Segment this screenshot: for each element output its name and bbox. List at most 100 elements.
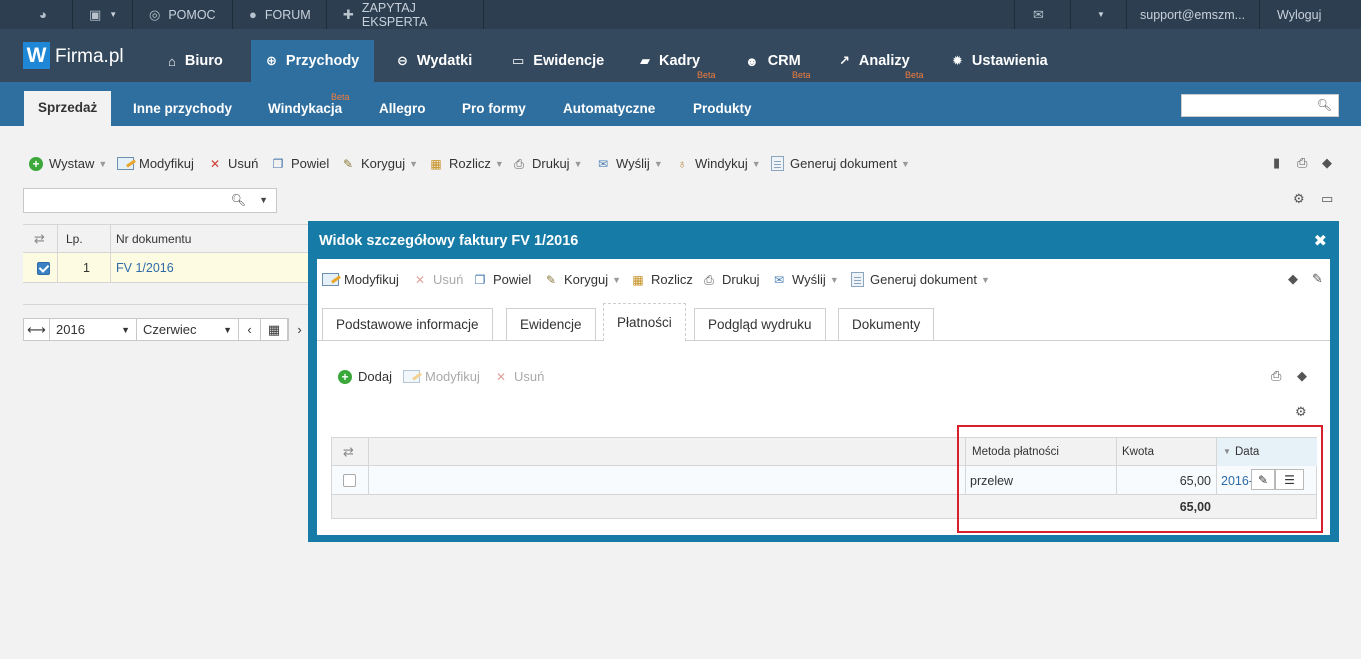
subnav-inne-przychody[interactable]: Inne przychody [133, 101, 232, 116]
forum-link[interactable]: ● FORUM [233, 0, 327, 29]
printer-icon: ⎙ [514, 156, 524, 171]
dialog-send-button[interactable]: ✉ Wyślij ▼ [771, 272, 839, 287]
calendar-button[interactable]: ▦ [261, 319, 288, 340]
caret-down-icon: ▼ [612, 274, 621, 285]
calendar-icon: ▦ [267, 321, 281, 337]
dialog-correct-button[interactable]: ✎ Koryguj ▼ [543, 272, 621, 287]
dialog-generate-document-button[interactable]: Generuj dokument ▼ [851, 272, 990, 287]
row-doc-number[interactable]: FV 1/2016 [116, 261, 174, 275]
correct-button[interactable]: ✎ Koryguj ▼ [340, 156, 418, 171]
documents-grid: ⇄ Lp. Nr dokumentu 1 FV 1/2016 [23, 224, 313, 283]
duplicate-button[interactable]: ❐ Powiel [270, 156, 330, 171]
subnav-sprzedaz[interactable]: Sprzedaż [24, 91, 112, 126]
tab-documents[interactable]: Dokumenty [838, 308, 935, 340]
subnav-produkty[interactable]: Produkty [693, 101, 752, 116]
edit-icon [403, 370, 420, 383]
ask-expert-link[interactable]: ✚ ZAPYTAJ EKSPERTA [327, 0, 484, 29]
search-icon: 🔍︎ [1316, 98, 1332, 112]
column-lp[interactable]: Lp. [66, 232, 83, 246]
user-email[interactable]: support@emszm... [1127, 0, 1260, 29]
nav-biuro[interactable]: ⌂ Biuro [168, 40, 223, 82]
caret-down-icon: ▼ [751, 158, 761, 169]
nav-analizy[interactable]: ↗ Analizy [839, 40, 910, 82]
close-icon[interactable]: ✖ [1314, 231, 1327, 251]
messages-button[interactable]: ✉ [1015, 0, 1071, 29]
tag-icon[interactable]: ◆ [1288, 271, 1298, 287]
dialog-modify-button[interactable]: Modyfikuj [322, 272, 399, 287]
range-toggle-icon[interactable]: ⟷ [24, 319, 50, 340]
tab-registers[interactable]: Ewidencje [506, 308, 596, 340]
row-checkbox[interactable] [343, 474, 356, 487]
settings-cogs-icon[interactable]: ⚙ [1295, 404, 1307, 420]
subnav-automatyczne[interactable]: Automatyczne [563, 101, 655, 116]
delete-button[interactable]: ✕ Usuń [207, 156, 258, 171]
monitor-icon[interactable]: ▭ [1321, 191, 1333, 207]
tab-print-preview[interactable]: Podgląd wydruku [694, 308, 826, 340]
nav-ustawienia[interactable]: ✹ Ustawienia [952, 40, 1048, 82]
image-menu-button[interactable]: ▣ ▼ [73, 0, 133, 29]
settings-cogs-icon[interactable]: ⚙ [1293, 191, 1305, 207]
dashboard-button[interactable]: ◕ [23, 0, 73, 29]
printer-icon[interactable]: ⎙ [1271, 368, 1281, 384]
pencil-icon[interactable]: ✎ [1312, 271, 1323, 287]
file-icon[interactable]: ▮ [1273, 155, 1280, 171]
dialog-settle-button[interactable]: ▦ Rozlicz [630, 272, 693, 287]
document-icon [771, 156, 784, 171]
subnav-windykacja[interactable]: Windykacja [268, 101, 342, 116]
puzzle-icon: ✚ [343, 6, 354, 22]
issue-button[interactable]: + Wystaw ▼ [29, 156, 107, 171]
subnav-allegro[interactable]: Allegro [379, 101, 426, 116]
printer-icon: ⎙ [704, 272, 714, 287]
print-button[interactable]: ⎙ Drukuj ▼ [511, 156, 582, 171]
top-bar: ◕ ▣ ▼ ◎ POMOC ● FORUM ✚ ZAPYTAJ EKSPERTA ✉ ▼… [0, 0, 1361, 29]
table-row[interactable]: 1 FV 1/2016 [23, 253, 313, 283]
month-select[interactable]: Czerwiec ▼ [137, 319, 239, 340]
caret-down-icon: ▼ [409, 158, 418, 169]
row-lp: 1 [83, 261, 90, 275]
dialog-delete-button[interactable]: ✕ Usuń [412, 272, 463, 287]
printer-icon[interactable]: ⎙ [1297, 155, 1307, 171]
beta-badge: Beta [792, 70, 811, 80]
generate-document-button[interactable]: Generuj dokument ▼ [771, 156, 910, 171]
subnav-pro-formy[interactable]: Pro formy [462, 101, 526, 116]
refresh-icon[interactable]: ⇄ [34, 231, 45, 247]
collect-button[interactable]: ♁ Windykuj ▼ [674, 156, 761, 171]
settle-button[interactable]: ▦ Rozlicz ▼ [428, 156, 504, 171]
nav-wydatki[interactable]: ⊖ Wydatki [397, 40, 472, 82]
chart-icon: ↗ [839, 53, 850, 68]
modify-payment-button[interactable]: Modyfikuj [403, 369, 480, 384]
tab-basic-info[interactable]: Podstawowe informacje [322, 308, 493, 340]
dialog-title: Widok szczegółowy faktury FV 1/2016 [319, 233, 579, 249]
envelope-icon: ✉ [773, 272, 785, 287]
global-search-input[interactable]: 🔍︎ [1181, 94, 1339, 117]
caret-down-icon: ▼ [494, 158, 504, 169]
modify-button[interactable]: Modyfikuj [117, 156, 194, 171]
tag-icon[interactable]: ◆ [1322, 155, 1332, 171]
send-button[interactable]: ✉ Wyślij ▼ [595, 156, 663, 171]
nav-ewidencje[interactable]: ▭ Ewidencje [512, 40, 604, 82]
add-payment-button[interactable]: + Dodaj [338, 369, 392, 384]
prev-period-button[interactable]: ‹ [239, 319, 261, 340]
account-dropdown[interactable]: ▼ [1071, 0, 1127, 29]
caret-down-icon[interactable]: ▼ [259, 195, 268, 205]
caret-down-icon: ▼ [121, 325, 130, 335]
logo-mark[interactable]: W [23, 42, 50, 69]
image-icon: ▣ [89, 6, 102, 22]
delete-payment-button[interactable]: ✕ Usuń [493, 369, 544, 384]
tab-payments[interactable]: Płatności [603, 303, 686, 341]
tag-icon[interactable]: ◆ [1297, 368, 1307, 384]
document-search-input[interactable]: 🔍︎ ▼ [23, 188, 277, 213]
column-doc-number[interactable]: Nr dokumentu [116, 232, 191, 246]
nav-przychody[interactable]: ⊕ Przychody [251, 40, 375, 82]
calculator-icon: ▦ [430, 156, 442, 171]
row-checkbox[interactable] [37, 262, 50, 275]
year-select[interactable]: 2016 ▼ [50, 319, 137, 340]
dialog-print-button[interactable]: ⎙ Drukuj [701, 272, 759, 287]
logo-text[interactable]: Firma.pl [55, 46, 124, 68]
help-link[interactable]: ◎ POMOC [133, 0, 233, 29]
refresh-icon[interactable]: ⇄ [343, 444, 354, 460]
dialog-duplicate-button[interactable]: ❐ Powiel [472, 272, 532, 287]
nav-kadry[interactable]: ▰ Kadry [640, 40, 700, 82]
plus-icon: + [29, 156, 43, 171]
logout-link[interactable]: Wyloguj [1260, 0, 1340, 29]
